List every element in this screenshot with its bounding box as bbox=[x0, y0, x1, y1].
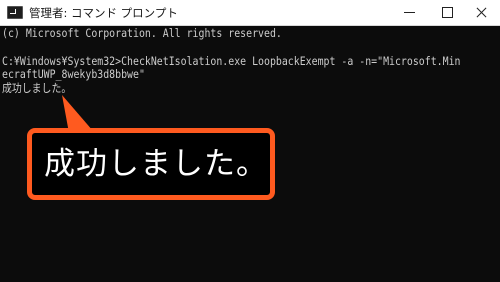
callout-box: 成功しました。 bbox=[27, 128, 275, 200]
callout-text: 成功しました。 bbox=[44, 146, 268, 182]
command-prompt-window: 管理者: コマンド プロンプト (c) Microsoft Corporatio… bbox=[0, 0, 500, 282]
